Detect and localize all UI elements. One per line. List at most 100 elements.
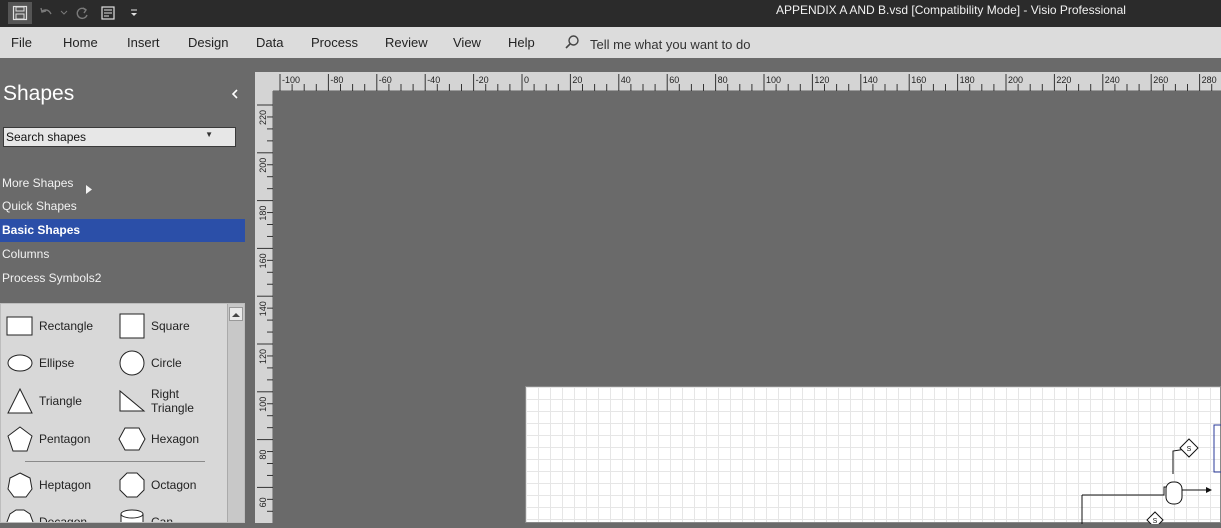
- shape-label: Triangle: [39, 394, 82, 408]
- shape-label: Decagon: [39, 515, 88, 523]
- right-triangle-icon: [117, 386, 147, 416]
- ruler-tick-label: 120: [814, 75, 829, 85]
- customize-icon[interactable]: [122, 2, 146, 24]
- decagon-icon: [5, 507, 35, 522]
- ruler-tick-label: 60: [669, 75, 679, 85]
- search-dropdown-icon[interactable]: ▼: [205, 130, 213, 139]
- menu-view[interactable]: View: [453, 35, 481, 50]
- nav-columns[interactable]: Columns: [0, 243, 245, 266]
- menu-process[interactable]: Process: [311, 35, 358, 50]
- decision-label: S: [1153, 518, 1158, 524]
- stencil-scrollbar[interactable]: [227, 304, 244, 522]
- ruler-tick-label: -20: [476, 75, 489, 85]
- ruler-tick-label: 160: [911, 75, 926, 85]
- ruler-tick-label: 100: [258, 397, 268, 412]
- drawing-page[interactable]: S S: [525, 386, 1221, 524]
- ruler-tick-label: 180: [258, 206, 268, 221]
- connector-line[interactable]: [1082, 486, 1166, 496]
- arrow-marker: [1206, 487, 1212, 493]
- triangle-icon: [5, 386, 35, 416]
- save-icon[interactable]: [8, 2, 32, 24]
- stencil-can[interactable]: Can: [117, 507, 174, 523]
- ruler-tick-label: 60: [258, 497, 268, 507]
- collapse-pane-icon[interactable]: [230, 86, 240, 104]
- shapes-pane-title: Shapes: [3, 82, 75, 105]
- pentagon-icon: [5, 424, 35, 454]
- ruler-tick-label: -80: [330, 75, 343, 85]
- stencil-hexagon[interactable]: Hexagon: [117, 424, 199, 454]
- ruler-tick-label: 200: [258, 158, 268, 173]
- horizontal-ruler[interactable]: -100 -80 -60 -40 -20 0 20 40 60 80 100 120 140 160 180…: [255, 72, 1221, 91]
- ruler-tick-label: 100: [766, 75, 781, 85]
- stencil-divider: [25, 461, 205, 462]
- ruler-tick-label: 220: [258, 110, 268, 125]
- hexagon-icon: [117, 424, 147, 454]
- circle-icon: [117, 348, 147, 378]
- presentation-icon[interactable]: [96, 2, 120, 24]
- menu-insert[interactable]: Insert: [127, 35, 160, 50]
- title-bar: APPENDIX A AND B.vsd [Compatibility Mode…: [0, 0, 1221, 27]
- menu-help[interactable]: Help: [508, 35, 535, 50]
- shape-label: Rectangle: [39, 319, 94, 333]
- menu-review[interactable]: Review: [385, 35, 428, 50]
- nav-quick-shapes[interactable]: Quick Shapes: [0, 195, 245, 218]
- tell-me-label: Tell me what you want to do: [590, 37, 751, 52]
- redo-icon[interactable]: [70, 2, 94, 24]
- scroll-up-icon[interactable]: [229, 307, 243, 321]
- ruler-tick-label: 120: [258, 349, 268, 364]
- window-title: APPENDIX A AND B.vsd [Compatibility Mode…: [776, 3, 1126, 17]
- selected-shape-edge[interactable]: [1213, 424, 1221, 473]
- shape-label: Heptagon: [39, 478, 92, 492]
- ruler-tick-label: 260: [1153, 75, 1168, 85]
- stencil-circle[interactable]: Circle: [117, 348, 182, 378]
- undo-dropdown-icon[interactable]: [60, 2, 68, 24]
- ruler-tick-label: 0: [524, 75, 529, 85]
- stencil-rectangle[interactable]: Rectangle: [5, 311, 93, 341]
- shape-label: Pentagon: [39, 432, 91, 446]
- nav-item-label: Basic Shapes: [2, 223, 81, 237]
- stencil-decagon[interactable]: Decagon: [5, 507, 88, 523]
- tell-me-box[interactable]: Tell me what you want to do: [564, 34, 750, 55]
- search-shapes-input[interactable]: Search shapes ▼: [3, 127, 236, 147]
- menu-home[interactable]: Home: [63, 35, 98, 50]
- shape-label: Right Triangle: [151, 387, 194, 415]
- stencil-right-triangle[interactable]: Right Triangle: [117, 386, 194, 416]
- decision-label: S: [1187, 446, 1192, 453]
- basic-shapes-stencil: Rectangle Square Ellipse Circle Triangle…: [0, 303, 245, 523]
- nav-process-symbols2[interactable]: Process Symbols2: [0, 267, 245, 290]
- nav-item-label: More Shapes: [2, 176, 74, 190]
- ruler-tick-label: 140: [258, 301, 268, 316]
- nav-item-label: Quick Shapes: [2, 199, 77, 213]
- nav-item-label: Columns: [2, 247, 50, 261]
- shape-label: Square: [151, 319, 190, 333]
- diagram-svg: S S: [1081, 424, 1221, 524]
- menu-data[interactable]: Data: [256, 35, 283, 50]
- menu-file[interactable]: File: [11, 35, 32, 50]
- ruler-tick-label: 160: [258, 253, 268, 268]
- undo-icon[interactable]: [34, 2, 58, 24]
- stencil-triangle[interactable]: Triangle: [5, 386, 82, 416]
- nav-item-label: Process Symbols2: [2, 271, 102, 285]
- menu-bar: File Home Insert Design Data Process Rev…: [0, 27, 1221, 58]
- shapes-pane: Shapes Search shapes ▼ More Shapes Quick…: [0, 58, 253, 523]
- nav-more-shapes[interactable]: More Shapes: [0, 172, 245, 195]
- square-icon: [117, 311, 147, 341]
- octagon-icon: [117, 470, 147, 500]
- stencil-heptagon[interactable]: Heptagon: [5, 470, 91, 500]
- ruler-tick-label: -60: [379, 75, 392, 85]
- ruler-tick-label: 20: [572, 75, 582, 85]
- nav-basic-shapes[interactable]: Basic Shapes: [0, 219, 245, 242]
- stencil-octagon[interactable]: Octagon: [117, 470, 196, 500]
- heptagon-icon: [5, 470, 35, 500]
- shape-label: Can: [151, 515, 174, 523]
- process-shape[interactable]: [1165, 481, 1183, 505]
- ruler-tick-label: 280: [1202, 75, 1217, 85]
- ruler-tick-label: -40: [427, 75, 440, 85]
- stencil-ellipse[interactable]: Ellipse: [5, 348, 74, 378]
- vertical-ruler[interactable]: 220 200 180 160 140 120 100 80 60: [255, 91, 273, 523]
- ruler-tick-label: 180: [960, 75, 975, 85]
- search-shapes-placeholder: Search shapes: [6, 130, 87, 144]
- menu-design[interactable]: Design: [188, 35, 228, 50]
- stencil-pentagon[interactable]: Pentagon: [5, 424, 90, 454]
- stencil-square[interactable]: Square: [117, 311, 190, 341]
